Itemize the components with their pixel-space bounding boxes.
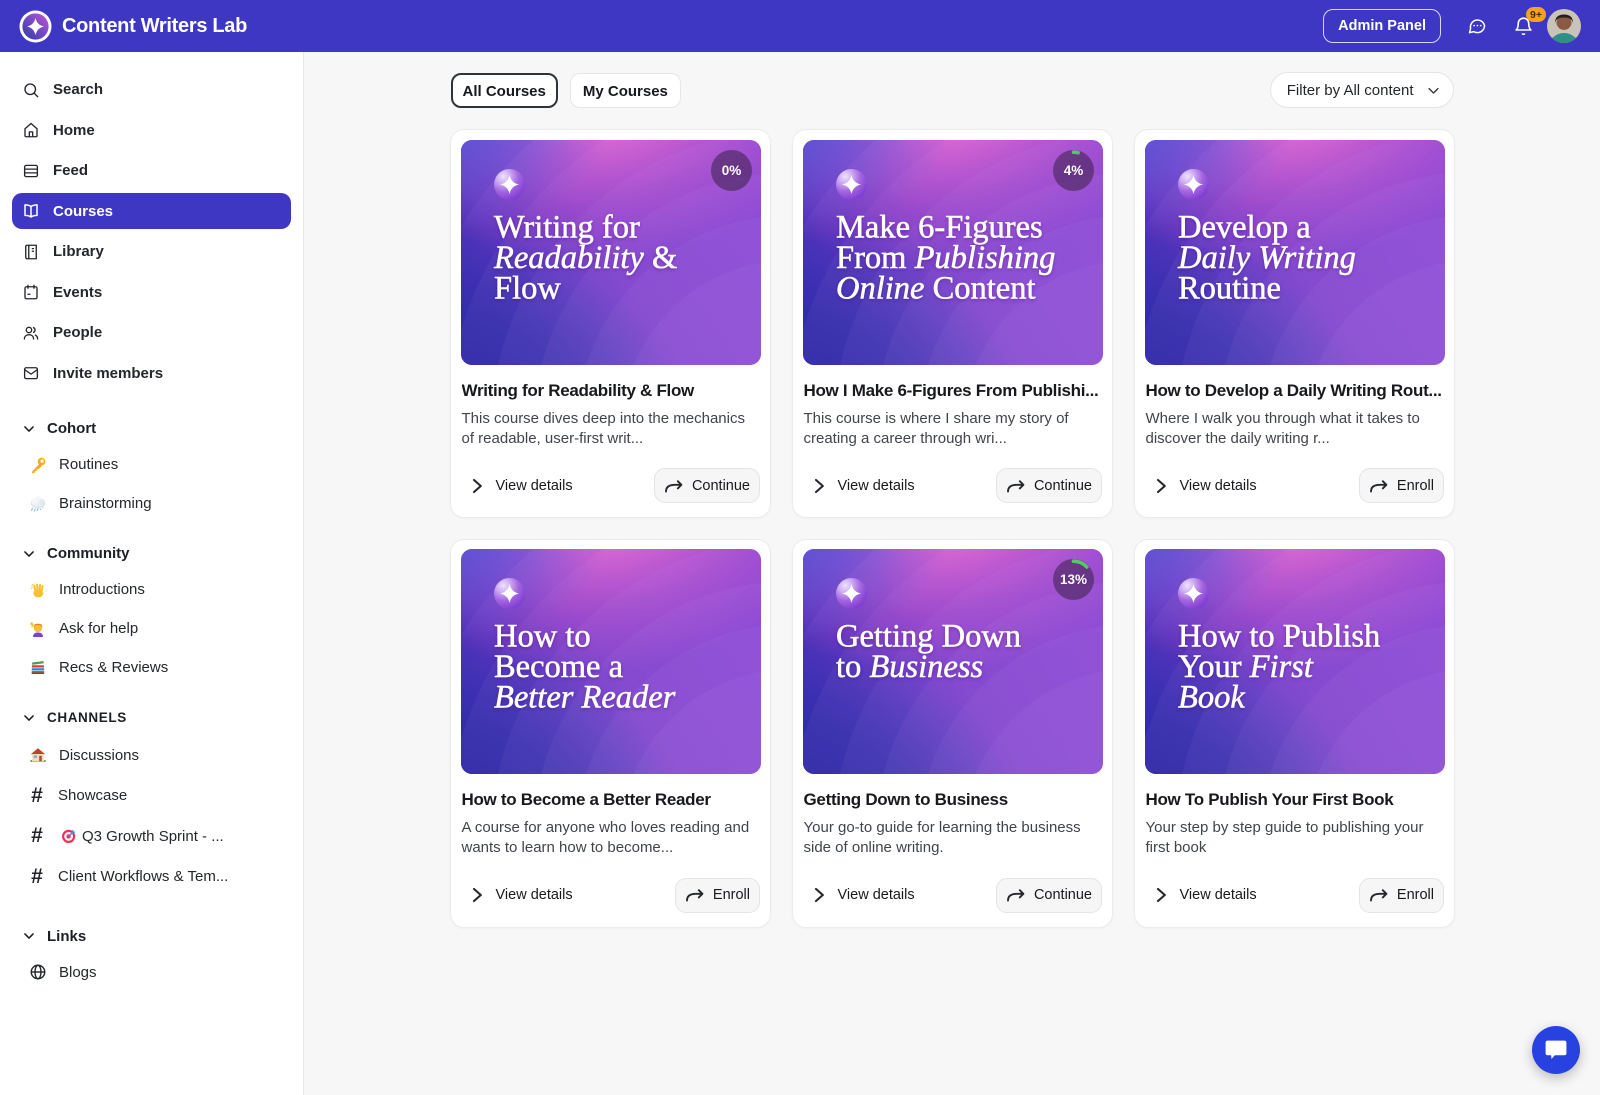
svg-text:4%: 4% xyxy=(1063,163,1083,178)
svg-text:13%: 13% xyxy=(1059,572,1086,587)
svg-text:Better Reader: Better Reader xyxy=(494,680,676,716)
svg-text:to Business: to Business xyxy=(836,649,983,685)
svg-text:0%: 0% xyxy=(721,163,741,178)
svg-text:Flow: Flow xyxy=(494,270,561,306)
svg-text:Book: Book xyxy=(1178,680,1245,716)
svg-text:Online Content: Online Content xyxy=(836,270,1036,306)
svg-text:Routine: Routine xyxy=(1178,270,1281,306)
